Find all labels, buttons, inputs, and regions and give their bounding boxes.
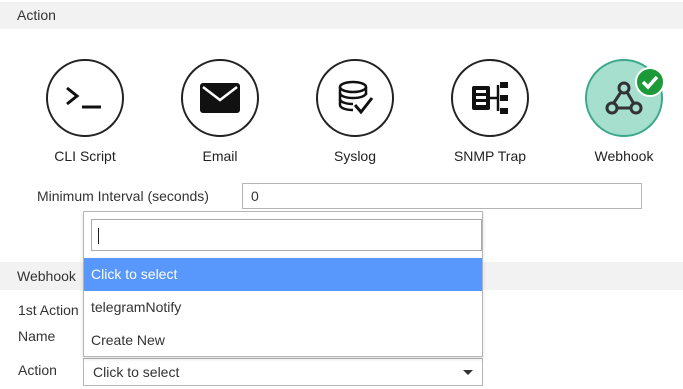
selected-check-icon bbox=[635, 67, 665, 97]
cli-script-label: CLI Script bbox=[54, 148, 116, 164]
action-section-title: Action bbox=[17, 7, 56, 23]
snmp-trap-icon bbox=[472, 82, 508, 114]
syslog-circle[interactable] bbox=[316, 59, 394, 137]
dropdown-option-click-to-select[interactable]: Click to select bbox=[84, 258, 482, 291]
min-interval-label: Minimum Interval (seconds) bbox=[37, 188, 209, 204]
webhook-section-title: Webhook bbox=[17, 268, 76, 284]
syslog-icon bbox=[338, 80, 374, 115]
webhook-circle[interactable] bbox=[585, 59, 665, 137]
first-action-label: 1st Action bbox=[18, 302, 79, 318]
snmp-trap-circle[interactable] bbox=[451, 59, 529, 137]
action-label: Action bbox=[18, 362, 57, 378]
action-select-value: Click to select bbox=[93, 364, 180, 380]
action-option-snmp-trap[interactable]: SNMP Trap bbox=[435, 59, 545, 164]
action-dropdown-menu[interactable]: Click to select telegramNotify Create Ne… bbox=[83, 211, 483, 357]
action-option-cli-script[interactable]: CLI Script bbox=[30, 59, 140, 164]
name-label: Name bbox=[18, 328, 56, 344]
dropdown-arrow-icon bbox=[463, 370, 473, 375]
action-option-email[interactable]: Email bbox=[165, 59, 275, 164]
email-label: Email bbox=[202, 148, 238, 164]
action-option-webhook[interactable]: Webhook bbox=[569, 59, 679, 164]
email-icon bbox=[200, 83, 240, 113]
text-cursor bbox=[98, 228, 99, 244]
action-option-syslog[interactable]: Syslog bbox=[300, 59, 410, 164]
dropdown-option-create-new[interactable]: Create New bbox=[84, 324, 482, 357]
email-circle[interactable] bbox=[181, 59, 259, 137]
webhook-label: Webhook bbox=[594, 148, 654, 164]
min-interval-input[interactable]: 0 bbox=[242, 183, 642, 209]
snmp-trap-label: SNMP Trap bbox=[453, 148, 527, 164]
action-select[interactable]: Click to select bbox=[83, 358, 483, 386]
syslog-label: Syslog bbox=[333, 148, 377, 164]
terminal-icon bbox=[66, 86, 101, 109]
cli-script-circle[interactable] bbox=[46, 59, 124, 137]
action-section-header: Action bbox=[0, 2, 683, 29]
dropdown-option-telegramnotify[interactable]: telegramNotify bbox=[84, 291, 482, 324]
dropdown-search-input[interactable] bbox=[91, 219, 482, 251]
